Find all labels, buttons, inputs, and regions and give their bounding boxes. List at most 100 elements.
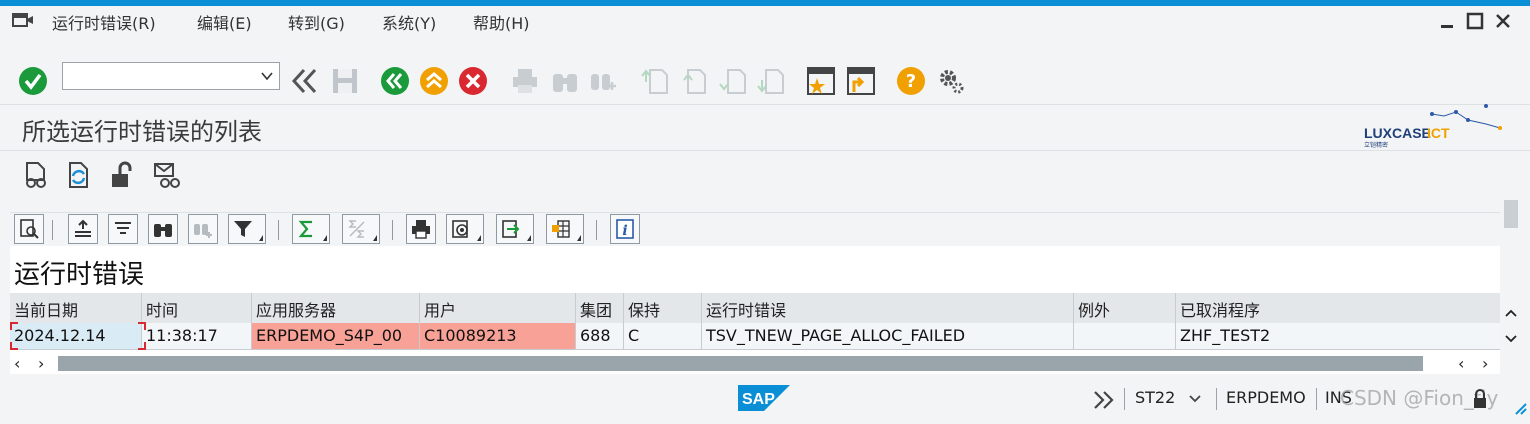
info-icon: i xyxy=(616,219,634,239)
column-scroll-left-icon[interactable]: ‹ xyxy=(1458,354,1464,373)
table-cell-app-server[interactable]: ERPDEMO_S4P_00 xyxy=(252,323,420,350)
toolbar-separator xyxy=(278,220,279,240)
alv-find-button[interactable] xyxy=(148,214,178,244)
help-icon[interactable]: ? xyxy=(896,66,926,96)
column-header-time[interactable]: 时间 xyxy=(142,293,252,323)
table-cell-runtime-error[interactable]: TSV_TNEW_PAGE_ALLOC_FAILED xyxy=(702,323,1074,350)
layout-button[interactable] xyxy=(546,214,584,244)
dropdown-triangle-icon xyxy=(527,235,531,241)
resize-grip-icon[interactable] xyxy=(1514,402,1528,416)
create-shortcut-icon[interactable] xyxy=(846,66,876,96)
sort-ascending-button[interactable] xyxy=(68,214,98,244)
expand-status-icon[interactable] xyxy=(1092,390,1116,410)
subtotal-button[interactable] xyxy=(342,214,380,244)
menu-toggle-icon[interactable] xyxy=(12,12,34,28)
unlock-icon[interactable] xyxy=(108,160,138,190)
previous-page-icon[interactable] xyxy=(680,66,710,96)
create-session-icon[interactable] xyxy=(806,66,836,96)
scroll-down-icon[interactable] xyxy=(1504,334,1518,344)
dropdown-triangle-icon xyxy=(373,235,377,241)
alv-find-next-button[interactable] xyxy=(188,214,218,244)
views-button[interactable] xyxy=(446,214,484,244)
scroll-left-icon[interactable]: ‹ xyxy=(14,354,20,373)
column-header-keep[interactable]: 保持 xyxy=(624,293,702,323)
sap-logo-text: SAP xyxy=(742,391,775,408)
table-cell-client[interactable]: 688 xyxy=(576,323,624,350)
binoculars-icon xyxy=(154,224,172,237)
cancel-icon[interactable] xyxy=(458,66,488,96)
menu-system[interactable]: 系统(Y) xyxy=(382,10,436,34)
column-header-date[interactable]: 当前日期 xyxy=(10,293,142,323)
vertical-scroll-thumb[interactable] xyxy=(1504,200,1518,228)
command-input[interactable] xyxy=(67,64,261,90)
close-icon[interactable] xyxy=(1494,12,1512,30)
minimize-icon[interactable] xyxy=(1438,12,1456,30)
refresh-icon[interactable] xyxy=(64,160,94,190)
luxcase-logo: LUXCASE ICT 立铠精密 xyxy=(1364,104,1504,150)
command-field[interactable] xyxy=(62,62,280,90)
application-toolbar xyxy=(0,150,1530,207)
sigma-icon xyxy=(298,220,312,238)
transaction-code: ST22 xyxy=(1135,388,1176,407)
filter-icon xyxy=(234,221,252,237)
horizontal-scroll-thumb[interactable] xyxy=(58,356,1423,371)
alv-details-button[interactable] xyxy=(14,214,44,244)
next-page-icon[interactable] xyxy=(718,66,748,96)
first-page-icon[interactable] xyxy=(640,66,670,96)
table-cell-user[interactable]: C10089213 xyxy=(420,323,576,350)
print-icon[interactable] xyxy=(510,66,540,96)
find-icon[interactable] xyxy=(550,66,580,96)
keep-display-icon[interactable] xyxy=(152,160,182,190)
dropdown-triangle-icon xyxy=(323,235,327,241)
column-header-exception[interactable]: 例外 xyxy=(1074,293,1176,323)
system-name: ERPDEMO xyxy=(1226,388,1306,407)
printer-icon xyxy=(412,220,430,239)
logo-subtext: 立铠精密 xyxy=(1364,141,1388,149)
find-next-icon[interactable] xyxy=(588,66,618,96)
table-cell-time[interactable]: 11:38:17 xyxy=(142,323,252,350)
views-icon xyxy=(452,220,468,238)
subtotal-sigma-icon xyxy=(348,220,365,238)
export-button[interactable] xyxy=(496,214,534,244)
settings-gear-icon[interactable] xyxy=(936,66,966,96)
back-icon[interactable] xyxy=(380,66,410,96)
menu-help[interactable]: 帮助(H) xyxy=(473,10,530,34)
scroll-up-icon[interactable] xyxy=(1504,308,1518,318)
exit-up-icon[interactable] xyxy=(419,66,449,96)
menu-runtime-errors[interactable]: 运行时错误(R) xyxy=(52,10,156,34)
sort-ascending-icon xyxy=(75,219,91,237)
menu-goto[interactable]: 转到(G) xyxy=(288,10,345,34)
cell-selection-marker xyxy=(10,322,146,350)
status-separator xyxy=(1124,388,1125,410)
menu-edit[interactable]: 编辑(E) xyxy=(197,10,252,34)
scroll-right-icon[interactable]: › xyxy=(38,354,44,373)
chevron-down-icon[interactable] xyxy=(261,71,273,81)
column-header-user[interactable]: 用户 xyxy=(420,293,576,323)
column-header-app-server[interactable]: 应用服务器 xyxy=(252,293,420,323)
filter-button[interactable] xyxy=(228,214,266,244)
binoculars-plus-icon xyxy=(194,224,212,238)
sort-descending-button[interactable] xyxy=(108,214,138,244)
enter-check-icon[interactable] xyxy=(18,66,48,96)
alv-print-button[interactable] xyxy=(406,214,436,244)
column-scroll-right-icon[interactable]: › xyxy=(1482,354,1488,373)
toolbar-separator xyxy=(392,220,393,240)
table-cell-exception[interactable] xyxy=(1074,323,1176,350)
column-header-client[interactable]: 集团 xyxy=(576,293,624,323)
lock-icon xyxy=(1474,389,1486,408)
layout-icon xyxy=(552,220,570,238)
total-button[interactable] xyxy=(292,214,330,244)
information-button[interactable]: i xyxy=(610,214,640,244)
table-cell-terminated-program[interactable]: ZHF_TEST2 xyxy=(1176,323,1500,350)
display-details-icon[interactable] xyxy=(22,160,52,190)
maximize-icon[interactable] xyxy=(1466,12,1484,30)
chevron-down-icon[interactable] xyxy=(1188,394,1202,404)
collapse-chevrons-icon[interactable] xyxy=(290,66,320,96)
column-header-terminated-program[interactable]: 已取消程序 xyxy=(1176,293,1500,323)
save-icon[interactable] xyxy=(330,66,360,96)
last-page-icon[interactable] xyxy=(756,66,786,96)
dropdown-triangle-icon xyxy=(477,235,481,241)
column-header-runtime-error[interactable]: 运行时错误 xyxy=(702,293,1074,323)
table-cell-keep[interactable]: C xyxy=(624,323,702,350)
list-title: 运行时错误 xyxy=(14,260,145,290)
